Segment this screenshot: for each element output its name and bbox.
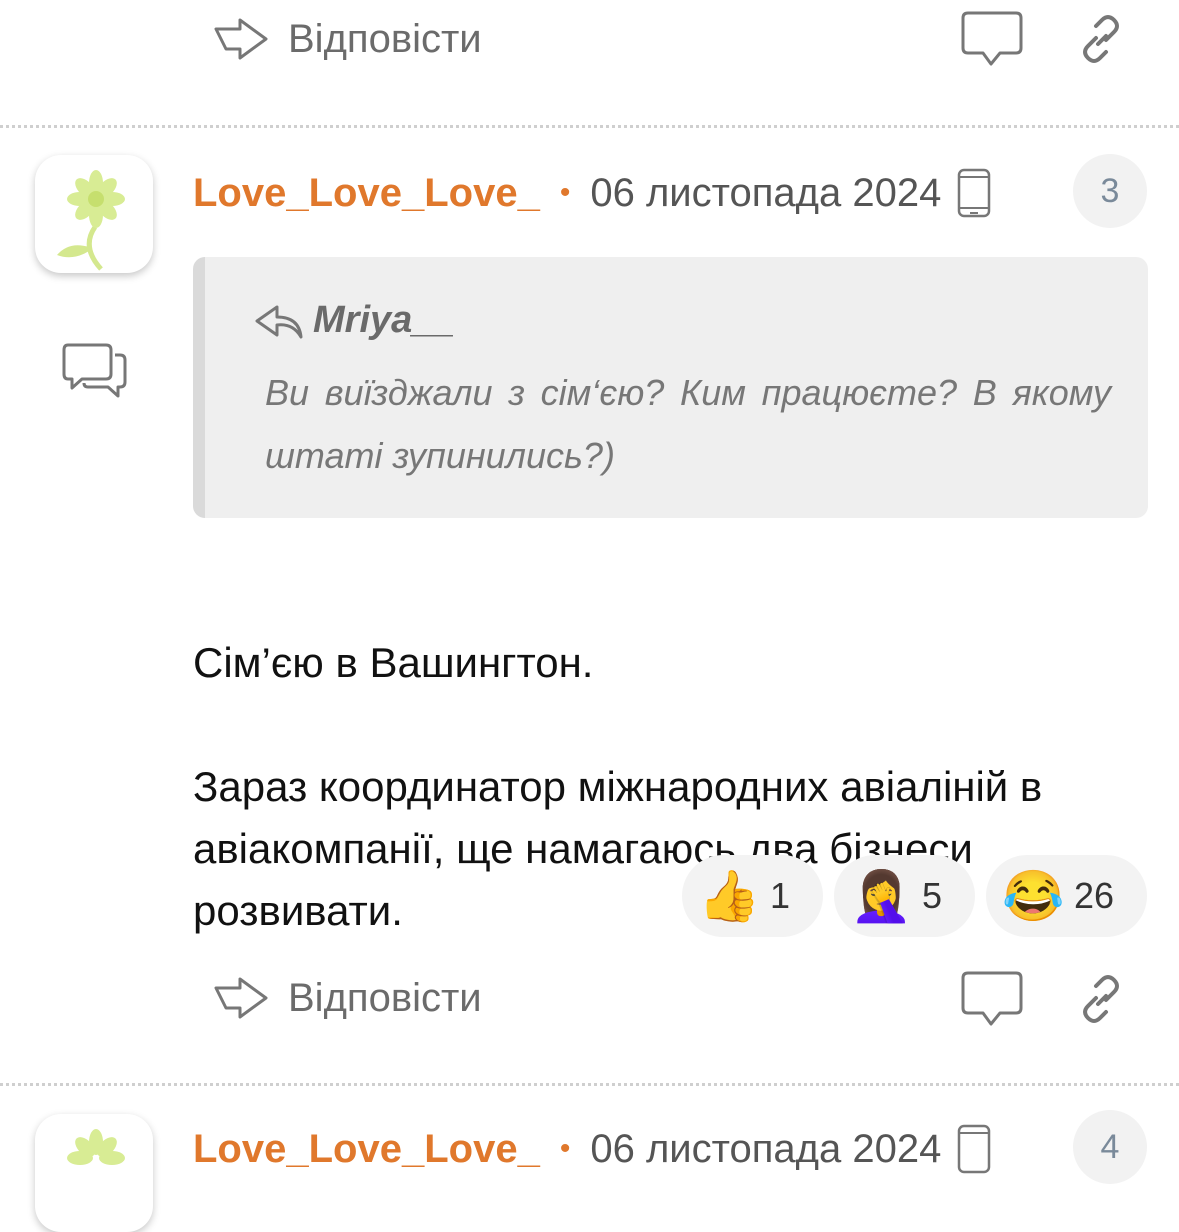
quote-block: Mriya__ Ви виїзджали з сім‘єю? Ким працю… xyxy=(193,257,1148,518)
comment-header: Love_Love_Love_ • 06 листопада 2024 xyxy=(193,168,991,218)
laughing-icon: 😂 xyxy=(1002,867,1065,924)
phone-icon xyxy=(958,1124,991,1174)
reaction-laughing[interactable]: 😂 26 xyxy=(986,855,1147,937)
comment-date: 06 листопада 2024 xyxy=(590,1126,942,1171)
top-reply-button[interactable]: Відповісти xyxy=(212,14,482,64)
phone-icon xyxy=(958,168,991,218)
author-name[interactable]: Love_Love_Love_ xyxy=(193,171,540,216)
facepalm-icon: 🤦‍♀️ xyxy=(850,867,913,924)
reply-label: Відповісти xyxy=(288,975,482,1020)
reaction-count: 5 xyxy=(922,875,943,916)
reply-button[interactable]: Відповісти xyxy=(212,973,482,1023)
avatar[interactable] xyxy=(35,1114,153,1232)
comment-number-badge[interactable]: 4 xyxy=(1073,1110,1147,1184)
comment-date: 06 листопада 2024 xyxy=(590,170,942,215)
comment-body: Сім’єю в Вашингтон. Зараз координатор мі… xyxy=(193,570,1153,1004)
chat-bubbles-icon[interactable] xyxy=(62,342,128,398)
comment-body-line: Сім’єю в Вашингтон. xyxy=(193,639,594,686)
comment-divider xyxy=(0,1083,1179,1086)
reply-arrow-icon xyxy=(214,977,268,1019)
reaction-facepalm[interactable]: 🤦‍♀️ 5 xyxy=(834,855,975,937)
link-icon[interactable] xyxy=(1076,14,1126,64)
quote-text: Ви виїзджали з сім‘єю? Ким працюєте? В я… xyxy=(265,372,1111,476)
separator-dot: • xyxy=(559,176,571,209)
reply-arrow-icon xyxy=(214,18,268,60)
author-name[interactable]: Love_Love_Love_ xyxy=(193,1127,540,1172)
thumbs-up-icon: 👍 xyxy=(698,867,761,924)
link-icon[interactable] xyxy=(1076,974,1126,1024)
next-comment-header: Love_Love_Love_ • 06 листопада 2024 xyxy=(193,1124,991,1174)
avatar[interactable] xyxy=(35,155,153,273)
quote-header: Mriya__ xyxy=(253,299,455,342)
quote-author[interactable]: Mriya__ xyxy=(313,299,455,342)
reaction-count: 1 xyxy=(770,875,791,916)
flower-icon xyxy=(57,170,125,271)
separator-dot: • xyxy=(559,1132,571,1165)
comment-divider xyxy=(0,125,1179,128)
reaction-thumbs-up[interactable]: 👍 1 xyxy=(682,855,823,937)
reply-back-arrow-icon xyxy=(255,305,303,338)
reply-label: Відповісти xyxy=(288,16,482,61)
comment-number-badge[interactable]: 3 xyxy=(1073,154,1147,228)
flower-icon xyxy=(67,1129,125,1165)
speech-bubble-icon[interactable] xyxy=(960,970,1024,1028)
speech-bubble-icon[interactable] xyxy=(960,10,1024,68)
reaction-count: 26 xyxy=(1074,875,1115,916)
